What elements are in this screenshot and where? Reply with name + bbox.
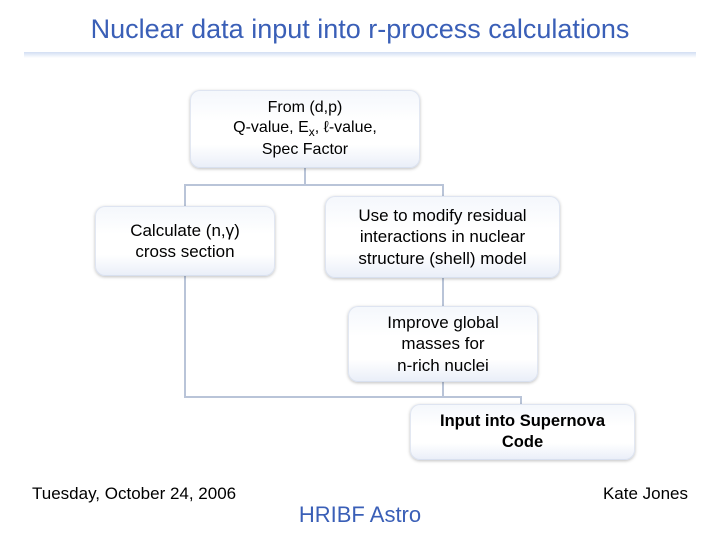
- slide-footer: Tuesday, October 24, 2006 HRIBF Astro Ka…: [0, 478, 720, 528]
- node-label: From (d,p)Q-value, Ex, ℓ-value,Spec Fact…: [233, 98, 377, 160]
- connector: [184, 184, 444, 186]
- flow-diagram: From (d,p)Q-value, Ex, ℓ-value,Spec Fact…: [0, 56, 720, 476]
- connector: [442, 382, 444, 396]
- connector: [184, 184, 186, 206]
- connector: [442, 184, 444, 196]
- connector: [184, 396, 522, 398]
- connector: [304, 168, 306, 184]
- node-improve-masses: Improve global masses forn-rich nuclei: [348, 306, 538, 382]
- node-calculate-ng: Calculate (n,γ)cross section: [95, 206, 275, 276]
- footer-date: Tuesday, October 24, 2006: [32, 484, 236, 504]
- node-supernova-code: Input into Supernova Code: [410, 404, 635, 460]
- node-modify-residual: Use to modify residual interactions in n…: [325, 196, 560, 278]
- footer-center: HRIBF Astro: [0, 502, 720, 528]
- node-label: Input into Supernova Code: [422, 411, 623, 452]
- node-label: Use to modify residual interactions in n…: [337, 205, 548, 269]
- node-label: Calculate (n,γ)cross section: [130, 220, 240, 263]
- connector: [442, 278, 444, 306]
- connector: [184, 276, 186, 396]
- footer-author: Kate Jones: [603, 484, 688, 504]
- node-from-dp: From (d,p)Q-value, Ex, ℓ-value,Spec Fact…: [190, 90, 420, 168]
- node-label: Improve global masses forn-rich nuclei: [360, 312, 526, 376]
- slide-title: Nuclear data input into r-process calcul…: [0, 14, 720, 51]
